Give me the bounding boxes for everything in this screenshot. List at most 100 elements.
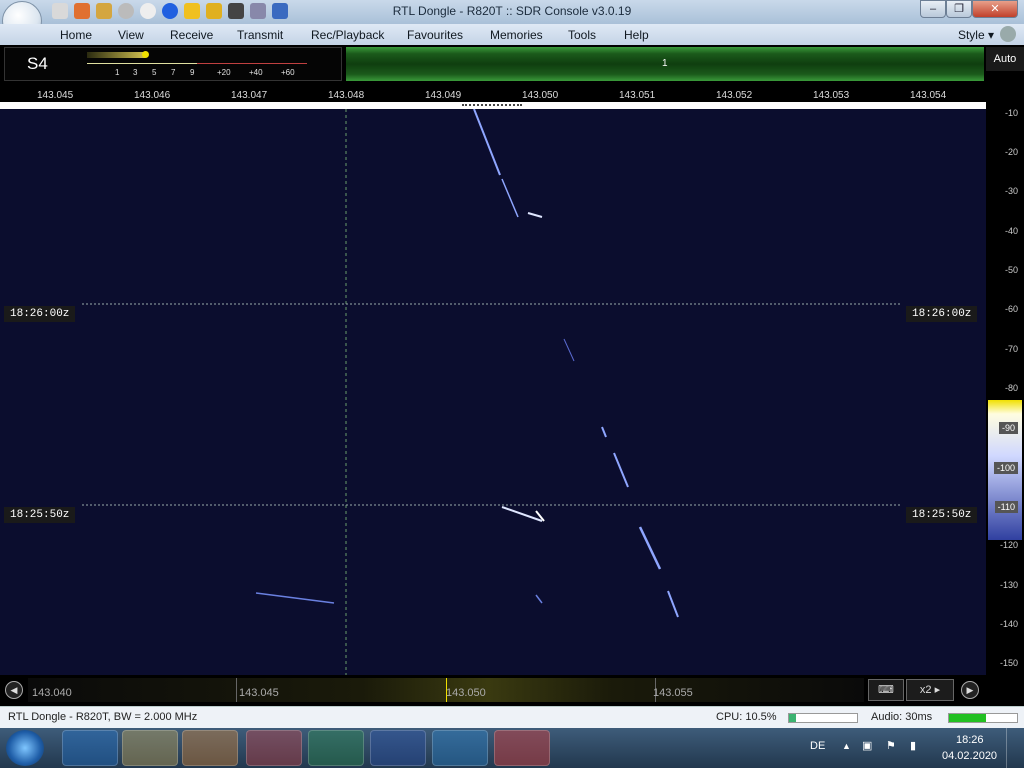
clock-date[interactable]: 04.02.2020: [942, 750, 997, 762]
menu-receive[interactable]: Receive: [170, 28, 213, 42]
s-meter-line: [87, 63, 197, 64]
freq-tick: 143.050: [522, 90, 559, 101]
star-icon[interactable]: [184, 3, 200, 19]
trace-streak: [501, 506, 543, 522]
s-meter: S4 1 3 5 7 9 +20 +40 +60: [4, 47, 342, 81]
snipping-icon[interactable]: [432, 730, 488, 766]
zoom-value: x2: [919, 684, 932, 696]
zoom-button[interactable]: x2 ▸: [906, 679, 954, 701]
db-label: -110: [994, 501, 1018, 513]
pan-track[interactable]: 143.040 143.045 143.050 143.055: [28, 678, 864, 702]
db-label: -90: [998, 422, 1018, 434]
band-strip[interactable]: 1: [346, 47, 984, 81]
chrome-icon[interactable]: [246, 730, 302, 766]
explorer-icon[interactable]: [122, 730, 178, 766]
ruler-selection: [462, 104, 522, 106]
minimize-button[interactable]: –: [920, 0, 946, 18]
network-icon[interactable]: ▮: [910, 739, 916, 752]
menu-transmit[interactable]: Transmit: [237, 28, 283, 42]
auto-button[interactable]: Auto: [986, 47, 1024, 71]
waterfall-traces: [82, 109, 900, 675]
pan-divider: [236, 678, 237, 702]
status-device: RTL Dongle - R820T, BW = 2.000 MHz: [8, 711, 198, 723]
play-icon[interactable]: [118, 3, 134, 19]
time-mark-left: 18:26:00z: [4, 306, 76, 322]
folder-icon[interactable]: [96, 3, 112, 19]
excel-icon[interactable]: [308, 730, 364, 766]
freq-tick: 143.052: [716, 90, 753, 101]
freq-tick: 143.048: [328, 90, 365, 101]
db-label: -40: [1004, 226, 1018, 236]
menu-memories[interactable]: Memories: [490, 28, 543, 42]
pan-right-button[interactable]: ▶: [961, 681, 979, 699]
s-scale-60: +60: [281, 68, 295, 77]
home-icon[interactable]: [52, 3, 68, 19]
trace-streak: [501, 178, 519, 218]
pan-label: 143.040: [32, 687, 72, 699]
s-scale-5: 5: [152, 68, 157, 77]
status-audio: Audio: 30ms: [871, 711, 933, 723]
keyboard-button[interactable]: ⌨: [868, 679, 904, 701]
tray-expand-icon[interactable]: ▲: [842, 741, 851, 751]
time-mark-right: 18:25:50z: [906, 507, 978, 523]
db-label: -50: [1004, 265, 1018, 275]
show-desktop-button[interactable]: [1006, 728, 1024, 768]
sdr-console-icon[interactable]: [494, 730, 550, 766]
freq-tick: 143.046: [134, 90, 171, 101]
menu-help[interactable]: Help: [624, 28, 649, 42]
status-bar: RTL Dongle - R820T, BW = 2.000 MHz CPU: …: [0, 706, 1024, 728]
style-menu[interactable]: Style ▾: [958, 28, 994, 42]
device-icon[interactable]: ▣: [862, 739, 872, 752]
lock-icon[interactable]: [206, 3, 222, 19]
menu-view[interactable]: View: [118, 28, 144, 42]
restore-button[interactable]: ❐: [946, 0, 972, 18]
db-scale[interactable]: -10 -20 -30 -40 -50 -60 -70 -80 -90 -100…: [986, 100, 1024, 675]
trace-streak: [527, 212, 543, 218]
freq-tick: 143.049: [425, 90, 462, 101]
add-icon[interactable]: [162, 3, 178, 19]
band-marker: 1: [662, 58, 668, 69]
waterfall-display[interactable]: 18:26:00z 18:26:00z 18:25:50z 18:25:50z: [0, 109, 986, 675]
style-menu-label: Style: [957, 28, 985, 42]
media-player-icon[interactable]: [182, 730, 238, 766]
db-label: -120: [999, 540, 1018, 550]
audio-meter-fill: [949, 714, 987, 722]
flag-icon[interactable]: ⚑: [886, 739, 896, 752]
s-meter-dot: [142, 51, 149, 58]
ie-icon[interactable]: [62, 730, 118, 766]
menu-home[interactable]: Home: [60, 28, 92, 42]
title-bar: RTL Dongle - R820T :: SDR Console v3.0.1…: [0, 0, 1024, 24]
time-mark-left: 18:25:50z: [4, 507, 76, 523]
freq-tick: 143.053: [813, 90, 850, 101]
pan-bar: ◀ 143.040 143.045 143.050 143.055 ⌨ x2 ▸…: [0, 676, 1024, 704]
cpu-meter-fill: [789, 714, 797, 722]
pan-label: 143.055: [653, 687, 693, 699]
gear-icon[interactable]: [1000, 26, 1016, 42]
db-label: -130: [999, 580, 1018, 590]
close-button[interactable]: ✕: [972, 0, 1018, 18]
clock-time[interactable]: 18:26: [956, 734, 984, 746]
db-label: -70: [1004, 344, 1018, 354]
db-label: -30: [1004, 186, 1018, 196]
menu-tools[interactable]: Tools: [568, 28, 596, 42]
menu-bar: Home View Receive Transmit Rec/Playback …: [0, 24, 1024, 45]
pan-left-button[interactable]: ◀: [5, 681, 23, 699]
camera-icon[interactable]: [228, 3, 244, 19]
start-button[interactable]: [6, 730, 44, 766]
menu-favourites[interactable]: Favourites: [407, 28, 463, 42]
stop-icon[interactable]: [140, 3, 156, 19]
pan-label: 143.050: [446, 687, 486, 699]
word-icon[interactable]: [370, 730, 426, 766]
s-scale-9: 9: [190, 68, 195, 77]
drop-icon[interactable]: [250, 3, 266, 19]
lifebuoy-icon[interactable]: [74, 3, 90, 19]
frequency-ruler[interactable]: 143.045 143.046 143.047 143.048 143.049 …: [0, 85, 986, 109]
language-indicator[interactable]: DE: [810, 740, 825, 752]
freq-tick: 143.047: [231, 90, 268, 101]
menu-rec-playback[interactable]: Rec/Playback: [311, 28, 384, 42]
undo-icon[interactable]: [272, 3, 288, 19]
cpu-meter: [788, 713, 858, 723]
db-label: -150: [999, 658, 1018, 668]
db-label: -60: [1004, 304, 1018, 314]
status-cpu: CPU: 10.5%: [716, 711, 777, 723]
